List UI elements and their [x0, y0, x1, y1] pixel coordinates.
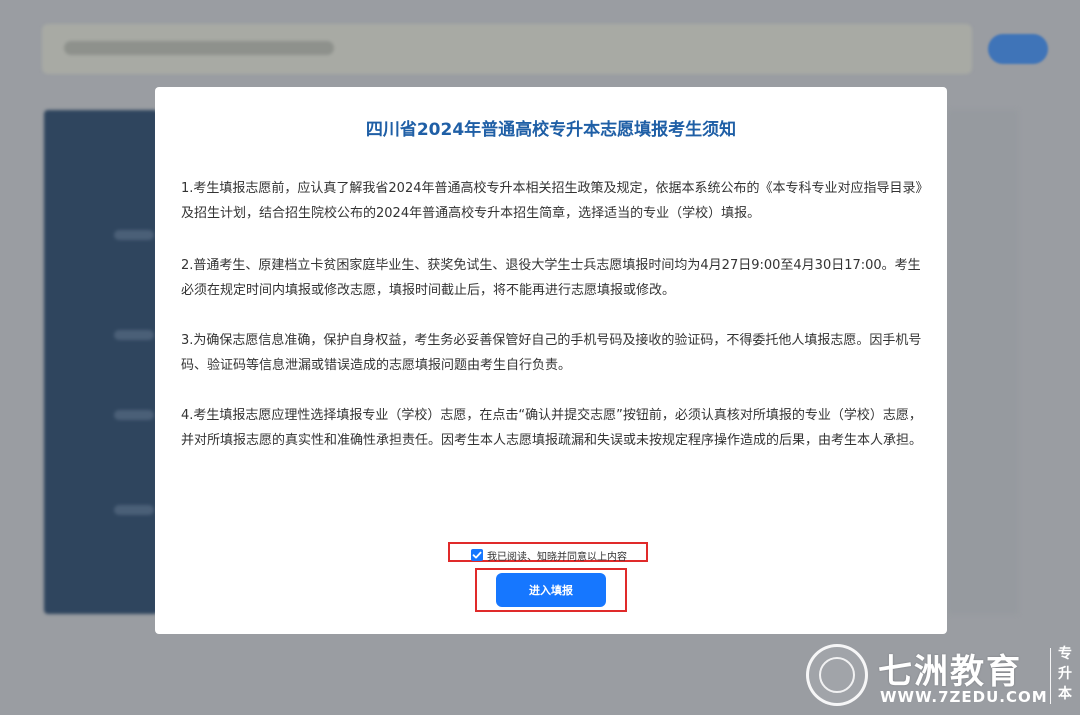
- enter-fill-button[interactable]: 进入填报: [496, 573, 606, 607]
- brand-seal-icon: [806, 644, 868, 706]
- background-right-column: [948, 110, 1018, 614]
- background-button: [988, 34, 1048, 64]
- brand-url: WWW.7ZEDU.COM: [880, 688, 1048, 706]
- background-search-bar: [42, 24, 972, 74]
- notice-modal: 四川省2024年普通高校专升本志愿填报考生须知 1.考生填报志愿前，应认真了解我…: [155, 87, 947, 634]
- agree-label: 我已阅读、知晓并同意以上内容: [487, 551, 627, 563]
- background-side-panel: [44, 110, 158, 614]
- notice-item-1: 1.考生填报志愿前，应认真了解我省2024年普通高校专升本相关招生政策及规定，依…: [181, 181, 922, 221]
- notice-item-2: 2.普通考生、原建档立卡贫困家庭毕业生、获奖免试生、退役大学生士兵志愿填报时间均…: [181, 258, 921, 298]
- brand-side-text: 专 升 本: [1056, 644, 1074, 704]
- notice-item-3: 3.为确保志愿信息准确，保护自身权益，考生务必妥善保管好自己的手机号码及接收的验…: [181, 333, 922, 373]
- agree-checkbox[interactable]: [471, 549, 483, 561]
- brand-side-char: 本: [1058, 686, 1072, 702]
- check-icon: [472, 551, 482, 559]
- brand-watermark: 七洲教育 WWW.7ZEDU.COM 专 升 本: [802, 640, 1080, 715]
- notice-item-4: 4.考生填报志愿应理性选择填报专业（学校）志愿，在点击“确认并提交志愿”按钮前，…: [181, 408, 923, 448]
- brand-side-char: 专: [1058, 646, 1072, 662]
- brand-divider: [1050, 648, 1051, 704]
- brand-name: 七洲教育: [878, 652, 1022, 692]
- agree-checkbox-row[interactable]: 我已阅读、知晓并同意以上内容: [471, 548, 627, 563]
- modal-title: 四川省2024年普通高校专升本志愿填报考生须知: [365, 120, 737, 140]
- brand-side-char: 升: [1058, 666, 1072, 682]
